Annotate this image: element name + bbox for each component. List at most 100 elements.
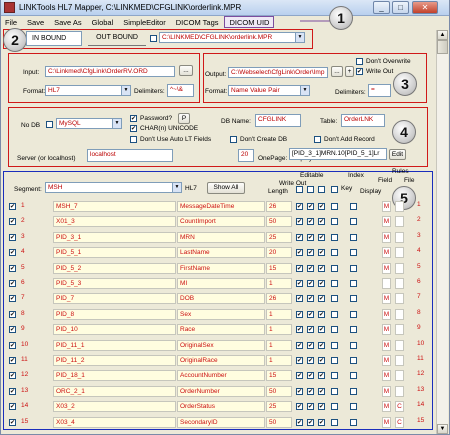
row-option-checkbox[interactable] [331,418,338,426]
row-option-checkbox[interactable]: ✔ [296,387,303,395]
row-option-checkbox[interactable] [331,233,338,241]
row-option-checkbox[interactable]: ✔ [318,372,325,380]
length-cell[interactable]: 50 [266,385,292,397]
row-option-checkbox[interactable] [331,310,338,318]
row-option-checkbox[interactable] [331,387,338,395]
segment-field-cell[interactable]: PID_3_1 [53,231,176,243]
segment-select[interactable]: MSH ▼ [45,182,182,193]
row-option-checkbox[interactable] [350,357,357,364]
row-option-checkbox[interactable] [350,326,357,334]
length-cell[interactable]: 1 [266,355,292,366]
field-name-cell[interactable]: AccountNumber [177,370,265,382]
row-option-checkbox[interactable]: ✔ [307,341,314,349]
password-button[interactable]: P [178,113,190,124]
menu-dicom-uid[interactable]: DICOM UID [224,16,275,28]
row-select-checkbox[interactable]: ✔ [9,403,16,411]
row-option-checkbox[interactable] [331,218,338,226]
char-unicode-checkbox[interactable]: ✔ [130,125,137,132]
row-option-checkbox[interactable]: ✔ [318,203,325,210]
length-cell[interactable]: 25 [266,401,292,413]
row-option-checkbox[interactable]: ✔ [307,372,314,380]
row-option-checkbox[interactable]: ✔ [318,233,325,241]
row-option-checkbox[interactable]: ✔ [307,203,314,210]
row-option-checkbox[interactable]: ✔ [318,403,325,411]
field-rule-cell[interactable]: M [382,262,391,274]
row-option-checkbox[interactable]: ✔ [307,249,314,257]
row-option-checkbox[interactable] [331,295,338,303]
field-rule-cell[interactable]: M [382,339,391,351]
field-rule-cell[interactable]: M [382,216,391,228]
menu-save-as[interactable]: Save As [50,17,86,27]
field-rule-cell[interactable] [382,278,391,289]
row-option-checkbox[interactable]: ✔ [296,310,303,318]
field-name-cell[interactable]: FirstName [177,262,265,274]
file-rule-cell[interactable]: C [395,401,404,413]
field-name-cell[interactable]: MRN [177,231,265,243]
server-field[interactable]: localhost [87,149,173,162]
row-option-checkbox[interactable] [350,280,357,287]
row-option-checkbox[interactable]: ✔ [307,295,314,303]
field-name-cell[interactable]: DOB [177,293,265,305]
menu-file[interactable]: File [1,17,21,27]
segment-field-cell[interactable]: PID_5_2 [53,262,176,274]
maximize-button[interactable]: □ [392,1,409,14]
segment-field-cell[interactable]: PID_7 [53,293,176,305]
row-option-checkbox[interactable] [331,280,338,287]
file-rule-cell[interactable] [395,216,404,228]
dont-auto-lt-checkbox[interactable] [130,136,137,143]
row-option-checkbox[interactable]: ✔ [307,310,314,318]
row-option-checkbox[interactable] [350,403,357,411]
file-rule-cell[interactable] [395,247,404,259]
row-option-checkbox[interactable]: ✔ [318,341,325,349]
row-option-checkbox[interactable] [331,249,338,257]
show-all-button[interactable]: Show All [207,182,245,194]
menu-simple-editor[interactable]: SimpleEditor [119,17,170,27]
row-option-checkbox[interactable]: ✔ [296,249,303,257]
length-cell[interactable]: 15 [266,262,292,274]
field-rule-cell[interactable]: M [382,370,391,382]
segment-field-cell[interactable]: PID_10 [53,324,176,336]
row-option-checkbox[interactable] [331,203,338,210]
display-field[interactable]: [PID_3_1]MRN.10[PID_5_1]Lr [289,148,387,160]
row-option-checkbox[interactable]: ✔ [307,218,314,226]
length-cell[interactable]: 20 [266,247,292,259]
segment-field-cell[interactable]: X03_2 [53,401,176,413]
row-option-checkbox[interactable]: ✔ [307,326,314,334]
db-name-field[interactable]: CFGLINK [255,114,301,127]
row-option-checkbox[interactable]: ✔ [296,295,303,303]
length-cell[interactable]: 50 [266,216,292,228]
row-option-checkbox[interactable]: ✔ [318,326,325,334]
field-rule-cell[interactable]: M [382,308,391,320]
row-select-checkbox[interactable]: ✔ [9,249,16,257]
row-option-checkbox[interactable]: ✔ [307,418,314,426]
row-option-checkbox[interactable] [350,418,357,426]
row-option-checkbox[interactable] [331,341,338,349]
field-name-cell[interactable]: Race [177,324,265,336]
row-option-checkbox[interactable]: ✔ [318,280,325,287]
row-option-checkbox[interactable] [350,310,357,318]
row-option-checkbox[interactable] [331,326,338,334]
file-rule-cell[interactable] [395,339,404,351]
scroll-up-button[interactable]: ▲ [437,30,448,40]
row-option-checkbox[interactable] [350,249,357,257]
row-option-checkbox[interactable]: ✔ [307,387,314,395]
row-option-checkbox[interactable] [350,264,357,272]
tab-inbound[interactable]: IN BOUND [26,31,82,46]
field-rule-cell[interactable]: M [382,293,391,305]
field-name-cell[interactable]: OriginalRace [177,355,265,366]
menu-global[interactable]: Global [88,17,118,27]
row-option-checkbox[interactable]: ✔ [296,218,303,226]
length-cell[interactable]: 26 [266,293,292,305]
menu-dicom-tags[interactable]: DICOM Tags [172,17,223,27]
file-rule-cell[interactable] [395,293,404,305]
segment-field-cell[interactable]: X01_3 [53,216,176,228]
field-name-cell[interactable]: MI [177,278,265,289]
row-option-checkbox[interactable]: ✔ [296,418,303,426]
file-rule-cell[interactable] [395,262,404,274]
segment-field-cell[interactable]: ORC_2_1 [53,385,176,397]
row-option-checkbox[interactable] [350,387,357,395]
table-field[interactable]: OrderLNK [341,114,385,127]
file-rule-cell[interactable] [395,385,404,397]
field-rule-cell[interactable]: M [382,401,391,413]
file-rule-cell[interactable]: C [395,416,404,428]
